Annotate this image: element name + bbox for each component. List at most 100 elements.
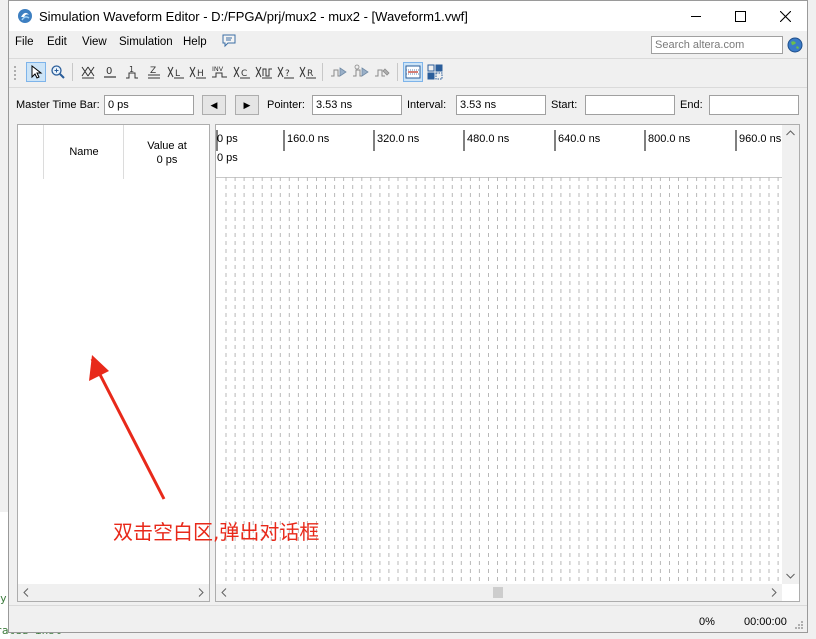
overwrite-value-icon: R — [299, 66, 316, 79]
random-values-button[interactable]: ? — [276, 62, 296, 82]
waveform-editor-window: Simulation Waveform Editor - D:/FPGA/prj… — [8, 0, 808, 633]
generate-netlist-icon — [375, 68, 390, 77]
scroll-left-icon[interactable] — [23, 588, 29, 597]
title-bar[interactable]: Simulation Waveform Editor - D:/FPGA/prj… — [9, 1, 807, 31]
force-weak-high-button[interactable]: H — [188, 62, 208, 82]
interval-label: Interval: — [407, 99, 447, 111]
toolbar-separator — [72, 63, 73, 81]
force-weak-high-icon: H — [189, 66, 206, 79]
progress-percent: 0% — [699, 616, 715, 628]
generate-netlist-button[interactable] — [373, 62, 393, 82]
run-timing-simulation-icon — [353, 64, 369, 77]
scroll-down-icon[interactable] — [786, 573, 795, 579]
force-high-impedance-button[interactable]: Z — [144, 62, 164, 82]
run-functional-simulation-button[interactable] — [329, 62, 349, 82]
waveform-horizontal-scrollbar[interactable] — [216, 584, 782, 601]
master-time-bar-field[interactable]: 0 ps — [104, 95, 194, 115]
end-field[interactable] — [709, 95, 799, 115]
selection-tool-icon — [31, 65, 43, 79]
force-low-button[interactable]: 0 — [100, 62, 120, 82]
time-control-bar: Master Time Bar: 0 ps ◀ ▶ Pointer: 3.53 … — [9, 89, 807, 119]
force-weak-low-button[interactable]: L — [166, 62, 186, 82]
zoom-tool-icon — [51, 65, 65, 79]
previous-transition-button[interactable]: ◀ — [202, 95, 226, 115]
waveform-vertical-scrollbar[interactable] — [782, 125, 799, 584]
arrow-right-icon: ▶ — [243, 99, 251, 110]
force-weak-low-icon: L — [167, 66, 184, 79]
master-time-bar-label: Master Time Bar: — [16, 99, 100, 111]
toolbar-separator — [397, 63, 398, 81]
master-time-bar-marker-label: 0 ps — [217, 152, 238, 164]
maximize-icon — [735, 10, 746, 22]
overwrite-clock-button[interactable] — [254, 62, 274, 82]
overwrite-clock-icon — [255, 66, 272, 79]
run-timing-simulation-button[interactable] — [351, 62, 371, 82]
overwrite-value-button[interactable]: R — [298, 62, 318, 82]
menu-file[interactable]: File — [15, 36, 34, 48]
group-button[interactable] — [425, 62, 445, 82]
annotation-arrow — [89, 355, 166, 500]
force-high-impedance-icon: Z — [148, 66, 160, 79]
toolbar: 0 1 Z L H INV C ? R — [9, 58, 807, 88]
value-column-header[interactable]: Value at 0 ps — [123, 125, 210, 179]
force-high-button[interactable]: 1 — [122, 62, 142, 82]
scroll-right-icon[interactable] — [771, 588, 777, 597]
time-ruler[interactable]: 0 ps 160.0 ns 320.0 ns 480.0 ns 640.0 ns… — [216, 125, 782, 152]
snap-to-grid-icon — [405, 65, 421, 79]
invert-icon: INV — [212, 65, 227, 78]
value-header-text: Value at — [147, 140, 187, 152]
invert-button[interactable]: INV — [210, 62, 230, 82]
start-label: Start: — [551, 99, 578, 111]
signal-list-horizontal-scrollbar[interactable] — [18, 584, 209, 601]
feedback-icon[interactable] — [221, 34, 237, 48]
zoom-tool-button[interactable] — [48, 62, 68, 82]
pointer-field[interactable]: 3.53 ns — [312, 95, 402, 115]
name-column-header[interactable]: Name — [43, 125, 124, 179]
ruler-tick-marks — [216, 130, 737, 151]
master-time-bar-row[interactable]: 0 ps — [216, 151, 782, 178]
force-low-icon: 0 — [104, 66, 116, 78]
window-title: Simulation Waveform Editor - D:/FPGA/prj… — [39, 9, 468, 24]
toolbar-separator — [322, 63, 323, 81]
background-code-text: y — [0, 592, 7, 605]
status-bar: 0% 00:00:00 — [9, 605, 807, 634]
selection-tool-button[interactable] — [26, 62, 46, 82]
random-values-icon: ? — [277, 66, 294, 79]
count-value-icon: C — [233, 66, 250, 79]
menu-help[interactable]: Help — [183, 36, 207, 48]
horizontal-scroll-thumb[interactable] — [493, 587, 503, 598]
pointer-label: Pointer: — [267, 99, 305, 111]
end-label: End: — [680, 99, 703, 111]
close-button[interactable] — [763, 1, 808, 31]
maximize-button[interactable] — [718, 1, 763, 31]
annotation-text: 双击空白区,弹出对话框 — [113, 520, 320, 544]
globe-icon[interactable] — [787, 37, 803, 53]
value-header-time: 0 ps — [156, 154, 178, 166]
minimize-button[interactable] — [673, 1, 718, 31]
menu-simulation[interactable]: Simulation — [119, 36, 173, 48]
toolbar-grip-icon — [14, 66, 16, 80]
name-header-text: Name — [69, 146, 99, 158]
scroll-left-icon[interactable] — [221, 588, 227, 597]
elapsed-time: 00:00:00 — [744, 616, 787, 628]
arrow-left-icon: ◀ — [210, 99, 218, 110]
scroll-right-icon[interactable] — [198, 588, 204, 597]
force-high-icon: 1 — [126, 65, 138, 79]
snap-to-grid-button[interactable] — [403, 62, 423, 82]
search-input[interactable]: Search altera.com — [651, 36, 783, 54]
menu-view[interactable]: View — [82, 36, 107, 48]
start-field[interactable] — [585, 95, 675, 115]
quartus-app-icon — [18, 9, 32, 23]
count-value-button[interactable]: C — [232, 62, 252, 82]
group-icon — [427, 64, 443, 80]
scroll-up-icon[interactable] — [786, 130, 795, 136]
next-transition-button[interactable]: ▶ — [235, 95, 259, 115]
svg-text:INV: INV — [212, 65, 224, 73]
run-functional-simulation-icon — [331, 67, 347, 77]
svg-text:0: 0 — [106, 66, 112, 77]
interval-field[interactable]: 3.53 ns — [456, 95, 546, 115]
force-unknown-button[interactable] — [78, 62, 98, 82]
close-icon — [780, 10, 791, 22]
menu-edit[interactable]: Edit — [47, 36, 67, 48]
resize-grip-icon[interactable] — [794, 620, 804, 630]
